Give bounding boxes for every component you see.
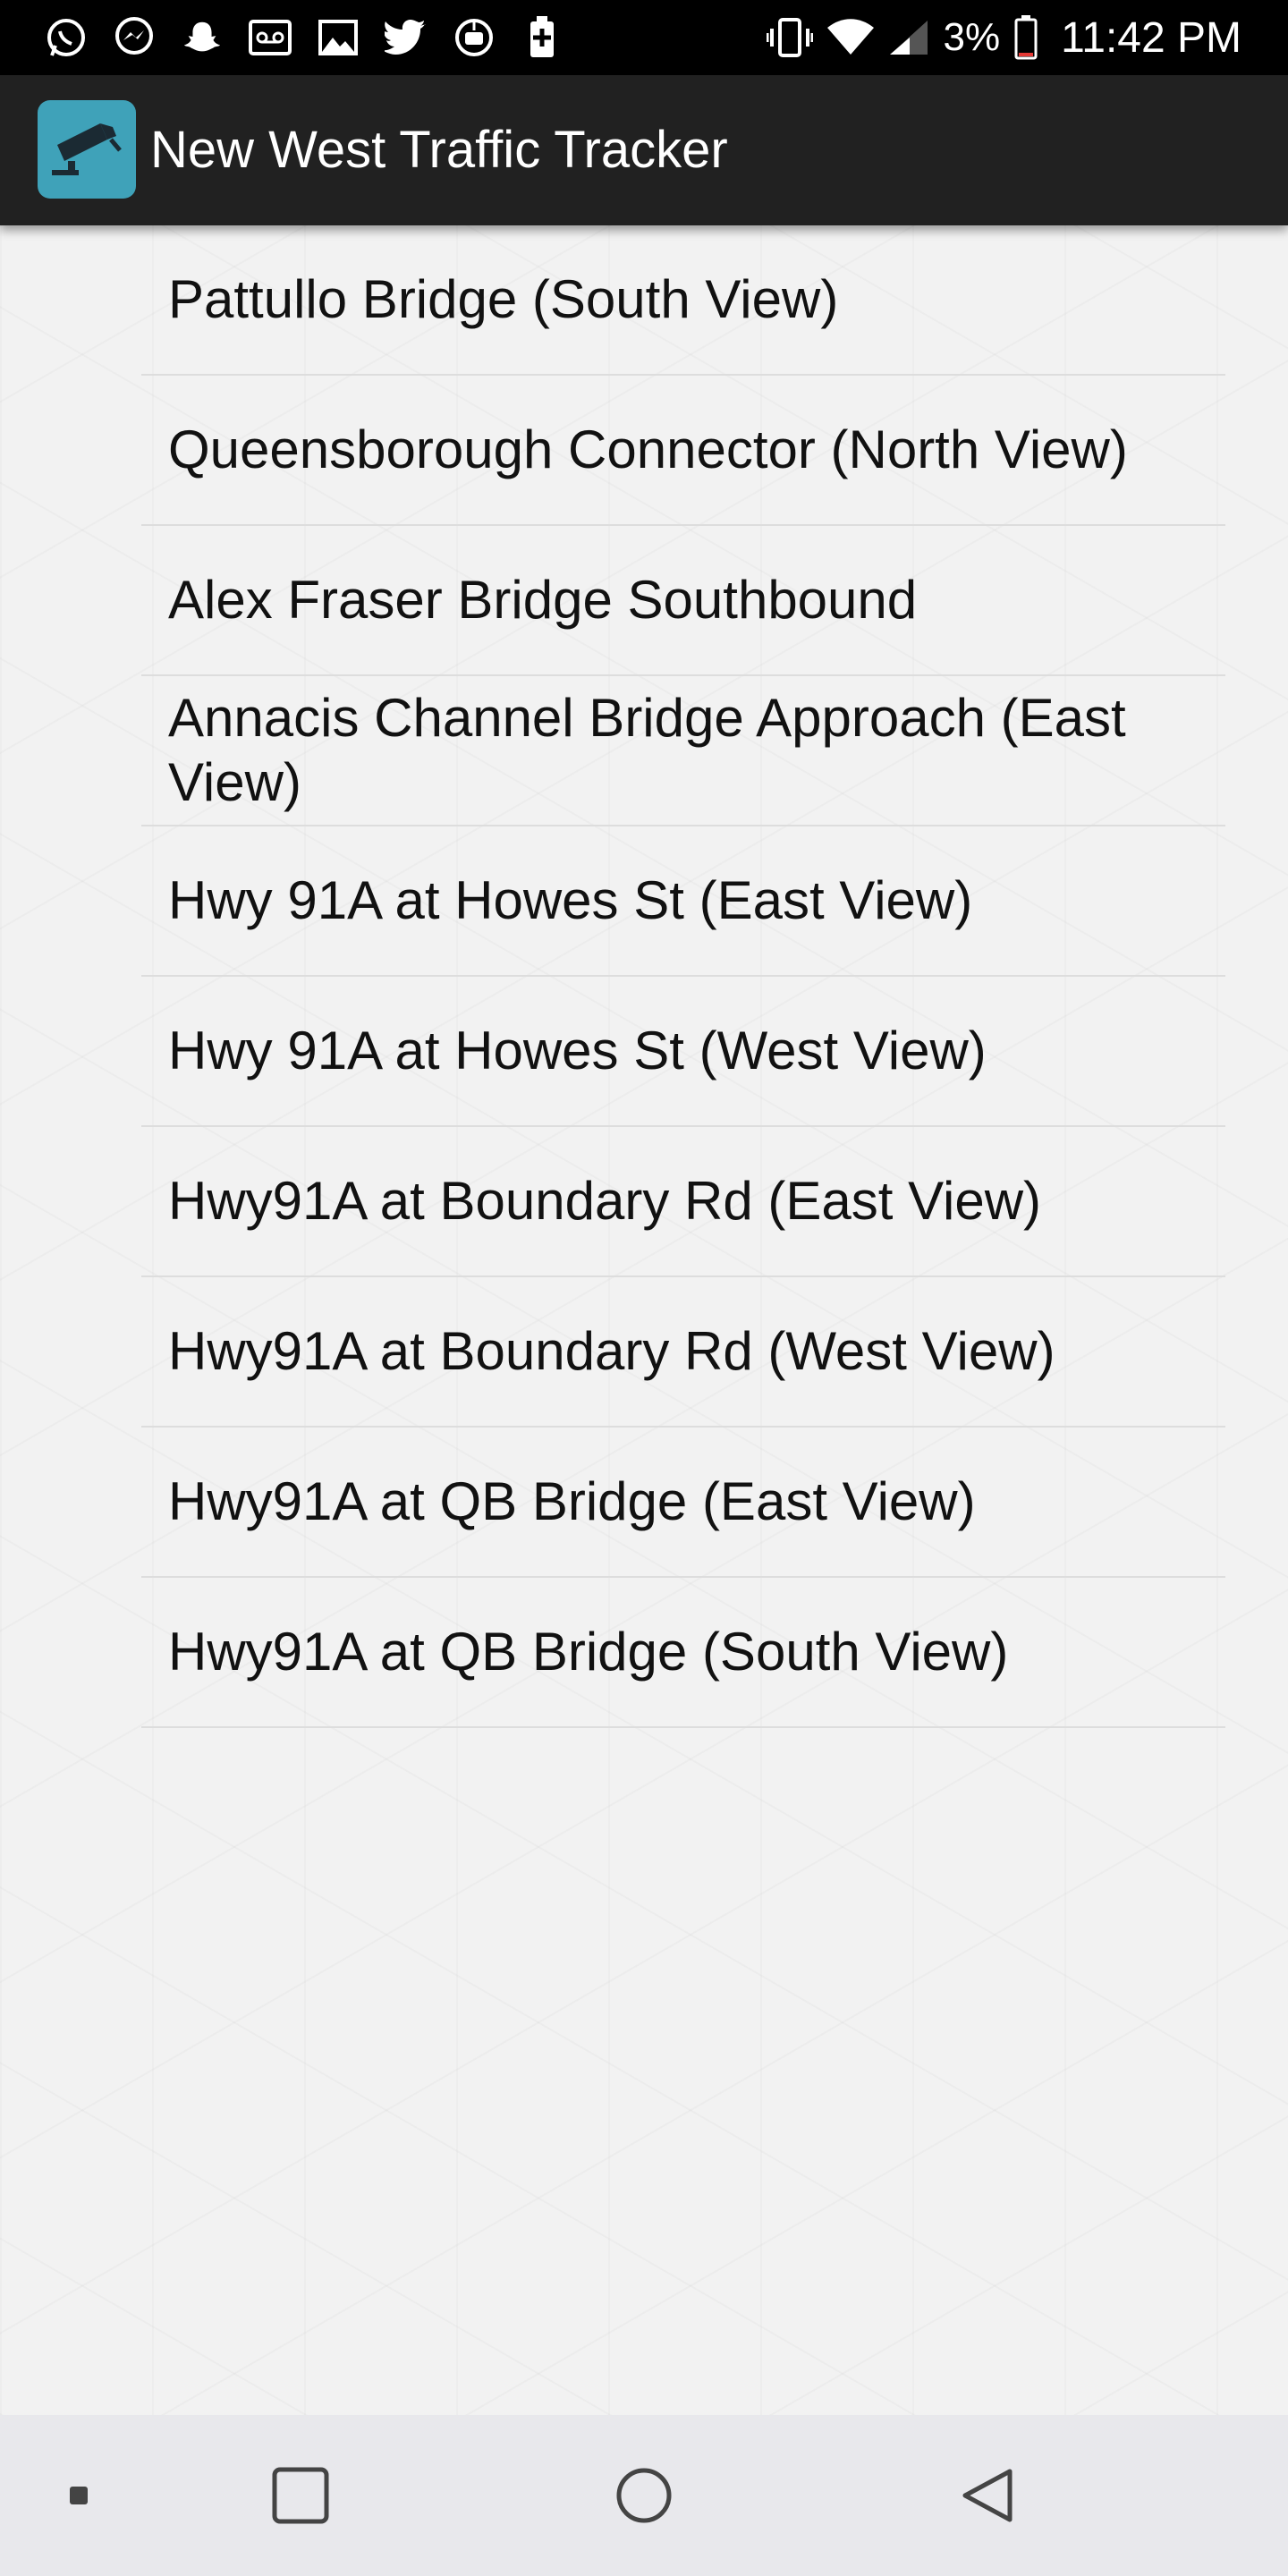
status-bar: 3% 11:42 PM: [0, 0, 1288, 75]
battery-percent: 3%: [943, 15, 1001, 59]
camera-list: Pattullo Bridge (South View) Queensborou…: [141, 225, 1225, 1728]
list-item-label: Alex Fraser Bridge Southbound: [168, 570, 918, 630]
list-item-camera[interactable]: Annacis Channel Bridge Approach (East Vi…: [141, 676, 1225, 826]
navigation-bar: [0, 2415, 1288, 2576]
list-item-camera[interactable]: Hwy91A at QB Bridge (South View): [141, 1578, 1225, 1728]
home-circle-icon[interactable]: [608, 2460, 680, 2531]
app-title: New West Traffic Tracker: [150, 121, 728, 179]
wifi-icon: [826, 19, 874, 56]
list-item-label: Hwy 91A at Howes St (East View): [168, 870, 973, 930]
voicemail-icon: [247, 14, 293, 61]
camera-list-screen: Pattullo Bridge (South View) Queensborou…: [0, 225, 1288, 2415]
messenger-icon: [111, 14, 157, 61]
menu-dot-icon[interactable]: [43, 2460, 114, 2531]
android-icon: [451, 14, 497, 61]
snapchat-icon: [179, 14, 225, 61]
list-item-label: Hwy91A at QB Bridge (East View): [168, 1471, 976, 1531]
list-item-label: Pattullo Bridge (South View): [168, 269, 839, 329]
list-item-camera[interactable]: Alex Fraser Bridge Southbound: [141, 526, 1225, 676]
battery-saver-icon: [519, 14, 565, 61]
list-item-camera[interactable]: Hwy91A at Boundary Rd (East View): [141, 1127, 1225, 1277]
back-triangle-icon[interactable]: [952, 2460, 1023, 2531]
list-item-camera[interactable]: Queensborough Connector (North View): [141, 376, 1225, 526]
notification-icons: [43, 14, 565, 61]
traffic-camera-icon: [38, 100, 136, 199]
signal-icon: [888, 19, 929, 56]
list-item-label: Hwy91A at Boundary Rd (East View): [168, 1171, 1042, 1231]
list-item-label: Hwy91A at Boundary Rd (West View): [168, 1321, 1055, 1381]
list-item-camera[interactable]: Hwy91A at Boundary Rd (West View): [141, 1277, 1225, 1428]
app-bar: New West Traffic Tracker: [0, 75, 1288, 225]
list-item-label: Hwy91A at QB Bridge (South View): [168, 1622, 1009, 1682]
list-item-camera[interactable]: Hwy91A at QB Bridge (East View): [141, 1428, 1225, 1578]
list-item-camera[interactable]: Hwy 91A at Howes St (West View): [141, 977, 1225, 1127]
whatsapp-icon: [43, 14, 89, 61]
gallery-icon: [315, 14, 361, 61]
recents-square-icon[interactable]: [265, 2460, 336, 2531]
twitter-icon: [383, 14, 429, 61]
system-status-icons: 3% 11:42 PM: [766, 13, 1241, 62]
list-item-label: Hwy 91A at Howes St (West View): [168, 1021, 987, 1080]
clock: 11:42 PM: [1061, 13, 1241, 62]
battery-icon: [1014, 15, 1038, 60]
list-item-label: Annacis Channel Bridge Approach (East Vi…: [168, 688, 1126, 812]
list-item-label: Queensborough Connector (North View): [168, 419, 1128, 479]
list-item-camera[interactable]: Hwy 91A at Howes St (East View): [141, 826, 1225, 977]
vibrate-icon: [766, 18, 813, 57]
list-item-camera[interactable]: Pattullo Bridge (South View): [141, 225, 1225, 376]
